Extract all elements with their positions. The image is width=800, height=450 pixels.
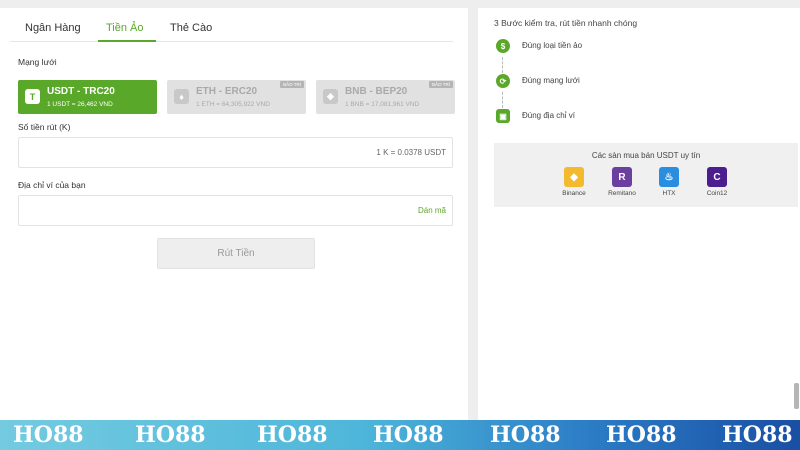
tab-bank[interactable]: Ngân Hàng <box>25 22 81 34</box>
network-name: BNB - BEP20 <box>345 86 408 97</box>
tab-card[interactable]: Thẻ Cào <box>170 22 212 34</box>
htx-logo-icon: ♨ <box>659 167 679 187</box>
tab-bar: Ngân Hàng Tiền Ảo Thẻ Cào <box>10 20 453 42</box>
step-text: Đúng mạng lưới <box>522 76 580 85</box>
network-rate: 1 USDT = 26,462 VND <box>47 101 113 108</box>
tab-crypto[interactable]: Tiền Ảo <box>106 22 144 34</box>
network-eth-erc20-button[interactable]: ♦ ETH - ERC20 1 ETH = 64,305,922 VND BẢO… <box>167 80 306 114</box>
binance-logo-icon: ◆ <box>564 167 584 187</box>
conversion-rate-hint: 1 K = 0.0378 USDT <box>376 148 446 157</box>
scrollbar-thumb[interactable] <box>794 383 799 409</box>
network-rate: 1 ETH = 64,305,922 VND <box>196 101 270 108</box>
wallet-check-icon: ▣ <box>496 109 510 123</box>
watermark-text: HO88 <box>257 422 328 448</box>
watermark-text: HO88 <box>373 422 444 448</box>
maintenance-badge: BẢO TRÌ <box>280 81 304 88</box>
network-name: USDT - TRC20 <box>47 86 115 97</box>
steps-title: 3 Bước kiểm tra, rút tiền nhanh chóng <box>494 18 638 28</box>
step-connector <box>502 57 503 73</box>
step-item: $ Đúng loại tiền ảo <box>496 39 746 55</box>
tips-panel: 3 Bước kiểm tra, rút tiền nhanh chóng $ … <box>478 8 800 422</box>
step-text: Đúng loại tiền ảo <box>522 41 583 50</box>
exchange-remitano[interactable]: R Remitano <box>602 167 642 203</box>
paste-button[interactable]: Dán mã <box>418 206 446 215</box>
watermark-text: HO88 <box>490 422 561 448</box>
watermark-text: HO88 <box>606 422 677 448</box>
tether-icon: T <box>25 89 40 104</box>
binance-icon: ◈ <box>323 89 338 104</box>
exchanges-box: Các sàn mua bán USDT uy tín ◆ Binance R … <box>494 143 798 207</box>
watermark-text: HO88 <box>13 422 84 448</box>
watermark-text: HO88 <box>722 422 793 448</box>
amount-input[interactable]: 1 K = 0.0378 USDT <box>18 137 453 168</box>
step-text: Đúng địa chỉ ví <box>522 111 575 120</box>
exchanges-title: Các sàn mua bán USDT uy tín <box>591 151 701 160</box>
watermark-text: HO88 <box>135 422 206 448</box>
network-check-icon: ⟳ <box>496 74 510 88</box>
exchange-name: Remitano <box>608 190 636 197</box>
remitano-logo-icon: R <box>612 167 632 187</box>
exchange-htx[interactable]: ♨ HTX <box>649 167 689 203</box>
network-usdt-trc20-button[interactable]: T USDT - TRC20 1 USDT = 26,462 VND <box>18 80 157 114</box>
network-label: Mạng lưới <box>18 57 57 67</box>
network-bnb-bep20-button[interactable]: ◈ BNB - BEP20 1 BNB = 17,081,961 VND BẢO… <box>316 80 455 114</box>
exchange-binance[interactable]: ◆ Binance <box>554 167 594 203</box>
withdraw-panel: Ngân Hàng Tiền Ảo Thẻ Cào Mạng lưới T US… <box>0 8 468 422</box>
step-connector <box>502 92 503 108</box>
watermark-banner: HO88 HO88 HO88 HO88 HO88 HO88 HO88 <box>0 420 800 450</box>
exchange-coin12[interactable]: C Coin12 <box>697 167 737 203</box>
ethereum-icon: ♦ <box>174 89 189 104</box>
active-tab-indicator <box>98 40 156 42</box>
exchange-name: Binance <box>562 190 586 197</box>
network-rate: 1 BNB = 17,081,961 VND <box>345 101 420 108</box>
wallet-address-input[interactable]: Dán mã <box>18 195 453 226</box>
maintenance-badge: BẢO TRÌ <box>429 81 453 88</box>
exchange-name: Coin12 <box>706 190 728 197</box>
exchange-name: HTX <box>662 190 676 197</box>
amount-label: Số tiền rút (K) <box>18 122 71 132</box>
step-item: ⟳ Đúng mạng lưới <box>496 74 746 90</box>
withdraw-button[interactable]: Rút Tiền <box>157 238 315 269</box>
step-item: ▣ Đúng địa chỉ ví <box>496 109 746 125</box>
wallet-label: Địa chỉ ví của bạn <box>18 180 86 190</box>
coin-check-icon: $ <box>496 39 510 53</box>
network-name: ETH - ERC20 <box>196 86 258 97</box>
coin12-logo-icon: C <box>707 167 727 187</box>
